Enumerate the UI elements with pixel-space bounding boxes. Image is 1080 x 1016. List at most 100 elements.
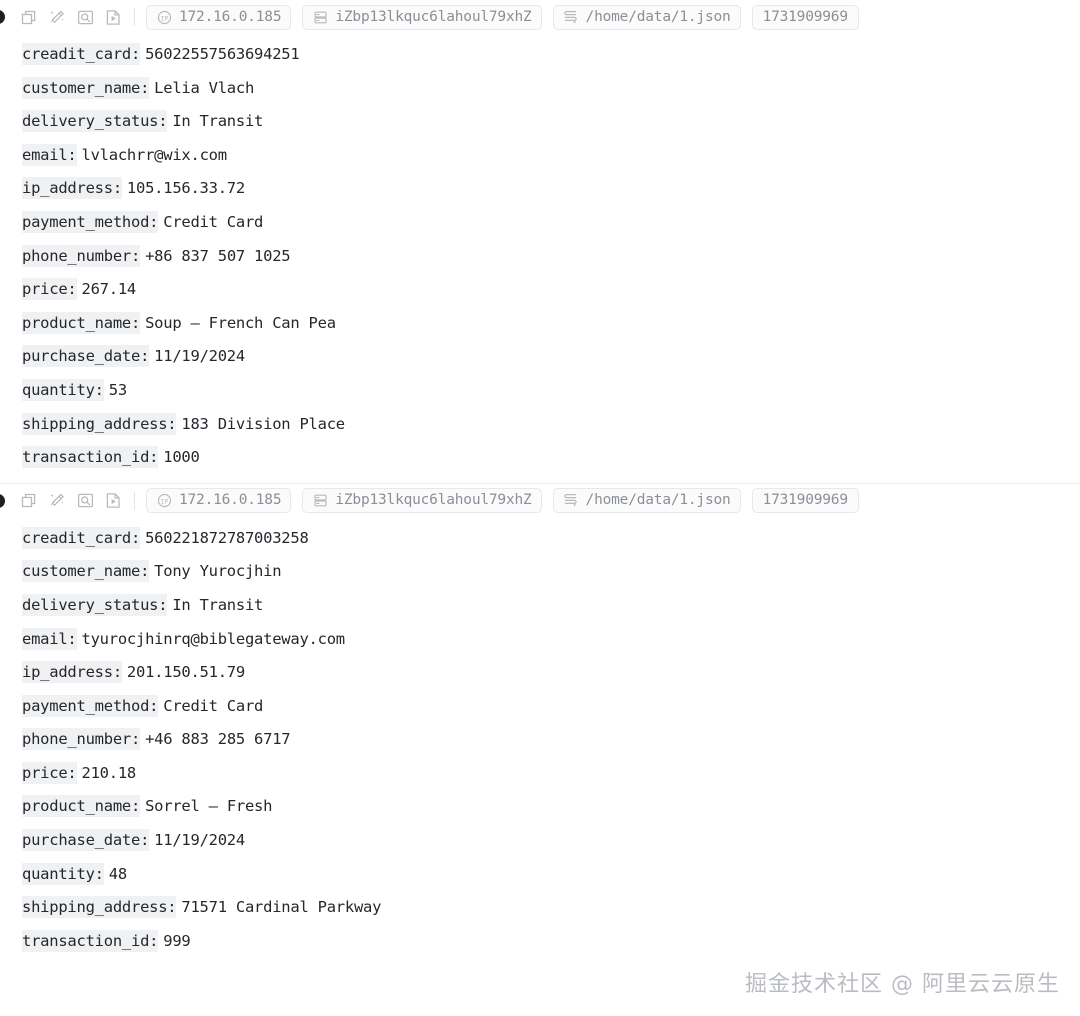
timestamp-chip[interactable]: 1731909969: [751, 488, 859, 514]
record-fields: creadit_card: 56022557563694251 customer_…: [0, 34, 1080, 483]
record-action-icons: [20, 491, 123, 510]
field-row: quantity: 53: [22, 374, 1080, 408]
search-zoom-icon[interactable]: [76, 8, 95, 27]
field-key: quantity:: [22, 378, 104, 401]
field-value: 183 Division Place: [181, 414, 345, 433]
field-row: price: 267.14: [22, 273, 1080, 307]
field-row: delivery_status: In Transit: [22, 105, 1080, 139]
timestamp-chip[interactable]: 1731909969: [751, 4, 859, 30]
field-row: creadit_card: 560221872787003258: [22, 522, 1080, 556]
field-value: Lelia Vlach: [154, 78, 255, 97]
field-key: customer_name:: [22, 76, 150, 99]
field-value: 11/19/2024: [154, 347, 245, 366]
field-key: payment_method:: [22, 210, 159, 233]
field-value: 267.14: [81, 280, 137, 299]
record-index-badge: [0, 493, 10, 508]
field-value: lvlachrr@wix.com: [81, 145, 228, 164]
record-index-badge: [0, 10, 10, 24]
field-key: transaction_id:: [22, 446, 159, 469]
field-value: 210.18: [81, 763, 137, 782]
field-key: product_name:: [22, 795, 141, 818]
field-row: customer_name: Tony Yurocjhin: [22, 555, 1080, 589]
field-row: transaction_id: 999: [22, 925, 1080, 959]
ip-chip[interactable]: IP 172.16.0.185: [146, 4, 292, 30]
record-fields: creadit_card: 560221872787003258 customer…: [0, 518, 1080, 967]
field-value: 48: [108, 864, 127, 883]
path-chip[interactable]: /home/data/1.json: [552, 4, 741, 30]
field-value: Soup – French Can Pea: [145, 313, 336, 332]
file-path-icon: [563, 493, 579, 509]
field-row: phone_number: +46 883 285 6717: [22, 723, 1080, 757]
magic-wand-icon[interactable]: [48, 491, 67, 510]
field-value: 1000: [163, 448, 200, 467]
field-key: price:: [22, 761, 77, 784]
file-play-icon[interactable]: [104, 491, 123, 510]
field-key: phone_number:: [22, 728, 141, 751]
field-key: payment_method:: [22, 694, 159, 717]
svg-text:IP: IP: [160, 14, 168, 22]
field-row: ip_address: 201.150.51.79: [22, 656, 1080, 690]
host-chip-text: iZbp13lkquc6lahoul79xhZ: [335, 492, 532, 509]
host-chip[interactable]: iZbp13lkquc6lahoul79xhZ: [302, 4, 542, 30]
field-key: delivery_status:: [22, 593, 168, 616]
field-row: payment_method: Credit Card: [22, 206, 1080, 240]
host-chip[interactable]: iZbp13lkquc6lahoul79xhZ: [302, 488, 542, 514]
field-key: ip_address:: [22, 177, 122, 200]
field-row: phone_number: +86 837 507 1025: [22, 240, 1080, 274]
record-header: IP 172.16.0.185 iZbp13lkquc6lahoul79xhZ: [0, 484, 1080, 518]
path-chip[interactable]: /home/data/1.json: [552, 488, 741, 514]
field-value: +86 837 507 1025: [145, 246, 291, 265]
field-key: purchase_date:: [22, 345, 150, 368]
field-key: product_name:: [22, 311, 141, 334]
toolbar-separator: [134, 8, 135, 26]
field-key: delivery_status:: [22, 110, 168, 133]
field-row: delivery_status: In Transit: [22, 589, 1080, 623]
field-key: transaction_id:: [22, 929, 159, 952]
host-chip-text: iZbp13lkquc6lahoul79xhZ: [335, 8, 532, 25]
toolbar-separator: [134, 491, 135, 510]
log-record: IP 172.16.0.185 iZbp13lkquc6lahoul79xhZ: [0, 0, 1080, 483]
search-zoom-icon[interactable]: [76, 491, 95, 510]
field-row: product_name: Sorrel – Fresh: [22, 790, 1080, 824]
field-key: shipping_address:: [22, 896, 177, 919]
field-key: phone_number:: [22, 244, 141, 267]
magic-wand-icon[interactable]: [48, 8, 67, 27]
field-value: 560221872787003258: [145, 528, 309, 547]
field-row: purchase_date: 11/19/2024: [22, 340, 1080, 374]
field-key: ip_address:: [22, 661, 122, 684]
field-row: purchase_date: 11/19/2024: [22, 824, 1080, 858]
field-row: ip_address: 105.156.33.72: [22, 172, 1080, 206]
field-key: price:: [22, 278, 77, 301]
field-row: payment_method: Credit Card: [22, 690, 1080, 724]
field-key: email:: [22, 627, 77, 650]
timestamp-chip-text: 1731909969: [762, 492, 849, 509]
record-header: IP 172.16.0.185 iZbp13lkquc6lahoul79xhZ: [0, 0, 1080, 34]
field-value: 201.150.51.79: [126, 663, 245, 682]
server-icon: [312, 493, 328, 509]
field-key: shipping_address:: [22, 412, 177, 435]
copy-icon[interactable]: [20, 491, 39, 510]
ip-chip[interactable]: IP 172.16.0.185: [146, 488, 292, 514]
file-play-icon[interactable]: [104, 8, 123, 27]
field-row: customer_name: Lelia Vlach: [22, 72, 1080, 106]
field-row: email: lvlachrr@wix.com: [22, 139, 1080, 173]
field-value: In Transit: [172, 595, 264, 614]
copy-icon[interactable]: [20, 8, 39, 27]
field-value: 105.156.33.72: [126, 179, 245, 198]
field-row: shipping_address: 71571 Cardinal Parkway: [22, 891, 1080, 925]
field-row: price: 210.18: [22, 757, 1080, 791]
field-value: 71571 Cardinal Parkway: [181, 898, 382, 917]
field-key: creadit_card:: [22, 526, 141, 549]
field-value: 999: [163, 931, 191, 950]
field-key: email:: [22, 143, 77, 166]
path-chip-text: /home/data/1.json: [585, 492, 731, 509]
timestamp-chip-text: 1731909969: [762, 8, 849, 25]
log-record: IP 172.16.0.185 iZbp13lkquc6lahoul79xhZ: [0, 483, 1080, 967]
field-row: product_name: Soup – French Can Pea: [22, 307, 1080, 341]
field-row: transaction_id: 1000: [22, 441, 1080, 475]
field-row: email: tyurocjhinrq@biblegateway.com: [22, 623, 1080, 657]
field-value: tyurocjhinrq@biblegateway.com: [81, 629, 346, 648]
field-row: creadit_card: 56022557563694251: [22, 38, 1080, 72]
field-value: Credit Card: [163, 696, 264, 715]
ip-chip-text: 172.16.0.185: [179, 8, 282, 25]
